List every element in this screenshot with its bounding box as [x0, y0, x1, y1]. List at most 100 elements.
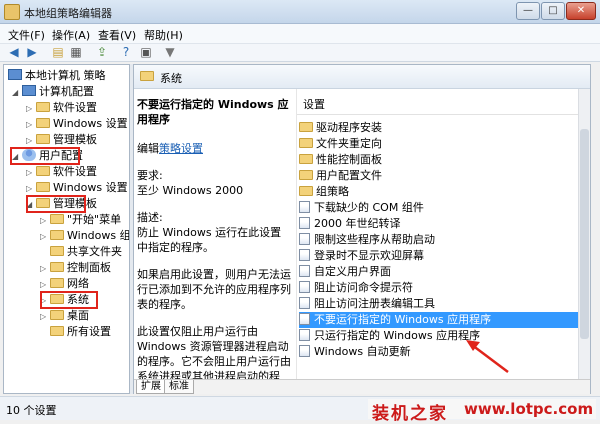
- watermark: 装机之家 www.lotpc.com: [368, 399, 596, 424]
- description: 描述: 防止 Windows 运行在此设置中指定的程序。: [137, 211, 282, 254]
- policy-setting-icon: [299, 281, 310, 293]
- settings-item-label: 阻止访问注册表编辑工具: [314, 297, 435, 310]
- settings-policy-item[interactable]: 阻止访问命令提示符: [299, 280, 579, 296]
- settings-folder-item[interactable]: 性能控制面板: [299, 152, 579, 168]
- column-header-setting[interactable]: 设置: [297, 95, 589, 115]
- folder-icon: [50, 246, 64, 256]
- tree-user-windows[interactable]: ▷ Windows 设置: [26, 180, 128, 196]
- filter-icon[interactable]: ▼: [162, 45, 178, 60]
- tree-computer-config[interactable]: ◢ 计算机配置: [12, 84, 94, 100]
- settings-folder-item[interactable]: 驱动程序安装: [299, 120, 579, 136]
- policy-setting-icon: [299, 329, 310, 341]
- folder-icon: [299, 138, 313, 148]
- menu-file[interactable]: 文件(F): [8, 27, 45, 43]
- settings-folder-item[interactable]: 用户配置文件: [299, 168, 579, 184]
- collapse-arrow-icon[interactable]: ◢: [12, 85, 22, 101]
- expand-arrow-icon[interactable]: ▷: [26, 117, 36, 133]
- export-icon[interactable]: ⇪: [94, 45, 110, 60]
- policy-setting-icon: [299, 297, 310, 309]
- policy-title: 不要运行指定的 Windows 应用程序: [137, 98, 289, 126]
- folder-icon: [50, 278, 64, 288]
- folder-icon: [36, 182, 50, 192]
- settings-policy-item[interactable]: 不要运行指定的 Windows 应用程序: [299, 312, 579, 328]
- tree-desktop[interactable]: ▷ 桌面: [40, 308, 89, 324]
- settings-policy-item[interactable]: 2000 年世纪转译: [299, 216, 579, 232]
- edit-policy-link[interactable]: 策略设置: [159, 142, 203, 155]
- details-header-title: 系统: [160, 72, 182, 85]
- settings-folder-item[interactable]: 组策略: [299, 184, 579, 200]
- tree-shared-folders[interactable]: 共享文件夹: [40, 244, 122, 260]
- folder-icon: [50, 214, 64, 224]
- expand-arrow-icon[interactable]: ▷: [26, 101, 36, 117]
- details-pane: 系统 不要运行指定的 Windows 应用程序 编辑策略设置 要求: 至少 Win…: [133, 64, 591, 394]
- folder-icon: [36, 102, 50, 112]
- settings-item-label: 下载缺少的 COM 组件: [314, 201, 424, 214]
- tree-computer-admin[interactable]: ▷ 管理模板: [26, 132, 97, 148]
- scrollbar-thumb[interactable]: [580, 129, 589, 339]
- forward-icon[interactable]: ▶: [24, 45, 40, 60]
- tab-extended[interactable]: 扩展: [136, 380, 166, 394]
- policy-setting-icon: [299, 313, 310, 325]
- expand-arrow-icon[interactable]: ▷: [40, 309, 50, 325]
- policy-setting-icon: [299, 217, 310, 229]
- help-icon[interactable]: ?: [118, 45, 134, 60]
- folder-icon: [36, 118, 50, 128]
- tree-computer-windows[interactable]: ▷ Windows 设置: [26, 116, 128, 132]
- tree-control-panel[interactable]: ▷ 控制面板: [40, 260, 111, 276]
- settings-item-label: 阻止访问命令提示符: [314, 281, 413, 294]
- window-title: 本地组策略编辑器: [24, 7, 112, 20]
- settings-policy-item[interactable]: 只运行指定的 Windows 应用程序: [299, 328, 579, 344]
- menu-action[interactable]: 操作(A): [52, 27, 90, 43]
- minimize-button[interactable]: —: [516, 2, 540, 20]
- tree-start-menu[interactable]: ▷ "开始"菜单: [40, 212, 121, 228]
- expand-arrow-icon[interactable]: ▷: [40, 213, 50, 229]
- settings-item-label: 用户配置文件: [316, 169, 382, 182]
- policy-setting-icon: [299, 265, 310, 277]
- vertical-scrollbar[interactable]: [578, 89, 590, 379]
- settings-policy-item[interactable]: 自定义用户界面: [299, 264, 579, 280]
- edit-line: 编辑策略设置: [137, 142, 203, 155]
- menu-help[interactable]: 帮助(H): [144, 27, 183, 43]
- settings-folder-item[interactable]: 文件夹重定向: [299, 136, 579, 152]
- folder-icon: [299, 186, 313, 196]
- back-icon[interactable]: ◀: [6, 45, 22, 60]
- annotation-box-user-config: [10, 147, 80, 165]
- tree-user-software[interactable]: ▷ 软件设置: [26, 164, 97, 180]
- properties-icon[interactable]: ▦: [68, 45, 84, 60]
- tree-all-settings[interactable]: 所有设置: [40, 324, 111, 340]
- settings-policy-item[interactable]: 限制这些程序从帮助启动: [299, 232, 579, 248]
- settings-policy-item[interactable]: 下载缺少的 COM 组件: [299, 200, 579, 216]
- close-button[interactable]: ✕: [566, 2, 596, 20]
- tab-standard[interactable]: 标准: [164, 380, 194, 394]
- folder-icon: [140, 71, 154, 81]
- computer-icon: [8, 69, 22, 80]
- settings-policy-item[interactable]: 阻止访问注册表编辑工具: [299, 296, 579, 312]
- settings-policy-item[interactable]: Windows 自动更新: [299, 344, 579, 360]
- settings-item-label: 组策略: [316, 185, 349, 198]
- maximize-button[interactable]: □: [541, 2, 565, 20]
- settings-item-label: 自定义用户界面: [314, 265, 391, 278]
- folder-icon: [36, 166, 50, 176]
- tree-root[interactable]: 本地计算机 策略: [8, 68, 106, 84]
- folder-icon: [36, 134, 50, 144]
- settings-policy-item[interactable]: 登录时不显示欢迎屏幕: [299, 248, 579, 264]
- tree-windows-components[interactable]: ▷ Windows 组: [40, 228, 129, 245]
- show-hide-icon[interactable]: ▣: [138, 45, 154, 60]
- expand-arrow-icon[interactable]: ▷: [26, 165, 36, 181]
- settings-item-label: Windows 自动更新: [314, 345, 411, 358]
- folder-icon: [50, 310, 64, 320]
- menu-view[interactable]: 查看(V): [98, 27, 136, 43]
- gpedit-app-icon: [4, 4, 20, 20]
- settings-item-label: 登录时不显示欢迎屏幕: [314, 249, 424, 262]
- folder-icon: [299, 154, 313, 164]
- tree-network[interactable]: ▷ 网络: [40, 276, 89, 292]
- folder-up-icon[interactable]: ▤: [50, 45, 66, 60]
- expand-arrow-icon[interactable]: ▷: [40, 261, 50, 277]
- requirements: 要求: 至少 Windows 2000: [137, 169, 244, 197]
- policy-setting-icon: [299, 345, 310, 357]
- policy-setting-icon: [299, 233, 310, 245]
- settings-item-label: 2000 年世纪转译: [314, 217, 401, 230]
- expand-arrow-icon[interactable]: ▷: [40, 229, 50, 245]
- tree-computer-software[interactable]: ▷ 软件设置: [26, 100, 97, 116]
- settings-item-label: 限制这些程序从帮助启动: [314, 233, 435, 246]
